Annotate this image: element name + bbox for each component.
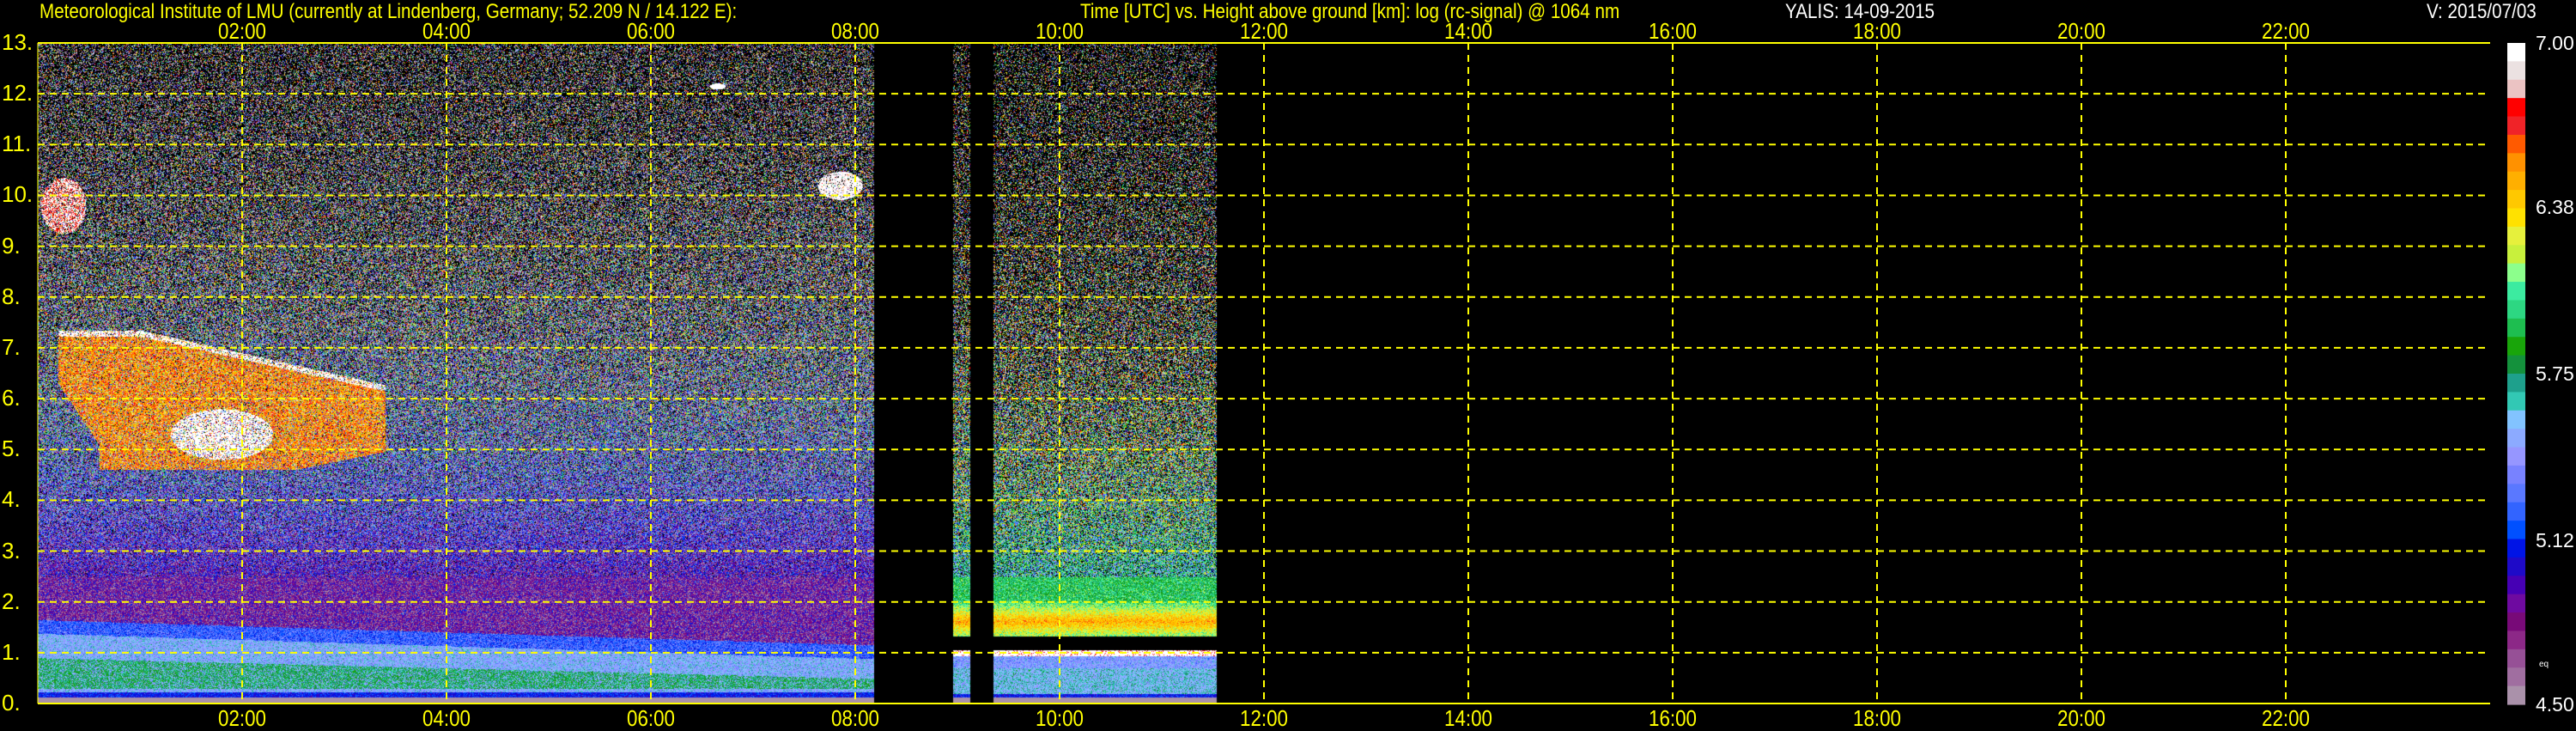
y-tick-label: 4.	[2, 488, 21, 510]
colorbar-swatch	[2507, 557, 2525, 576]
colorbar-swatch	[2507, 411, 2525, 429]
x-tick-label-top: 02:00	[218, 19, 266, 43]
y-tick-label: 12.	[2, 82, 33, 104]
x-tick-label-bottom: 06:00	[627, 706, 675, 730]
colorbar-swatch	[2507, 282, 2525, 301]
colorbar-swatch	[2507, 392, 2525, 411]
x-tick-label-bottom: 12:00	[1240, 706, 1288, 730]
x-tick-label-top: 04:00	[422, 19, 471, 43]
y-tick-label: 7.	[2, 336, 21, 358]
x-tick-label-bottom: 10:00	[1036, 706, 1084, 730]
colorbar-swatch	[2507, 98, 2525, 117]
colorbar-swatch	[2507, 227, 2525, 246]
colorbar-tick-label: 4.50	[2536, 694, 2574, 715]
colorbar-swatch	[2507, 612, 2525, 631]
colorbar-swatch	[2507, 209, 2525, 228]
x-tick-label-bottom: 20:00	[2057, 706, 2105, 730]
colorbar-swatch	[2507, 190, 2525, 209]
y-tick-label: 13.	[2, 31, 33, 53]
y-tick-label: 11.	[2, 132, 31, 155]
colorbar-swatch	[2507, 448, 2525, 466]
y-tick-label: 0.	[2, 691, 21, 714]
colorbar-swatch	[2507, 630, 2525, 649]
y-tick-label: 10.	[2, 183, 33, 205]
plot-overlay	[0, 0, 2576, 730]
colorbar-swatch	[2507, 649, 2525, 668]
colorbar-swatch	[2507, 466, 2525, 484]
y-tick-label: 3.	[2, 539, 21, 562]
colorbar-swatch	[2507, 153, 2525, 172]
colorbar-swatch	[2507, 172, 2525, 191]
x-tick-label-bottom: 22:00	[2262, 706, 2310, 730]
colorbar-swatch	[2507, 337, 2525, 356]
x-tick-label-top: 14:00	[1444, 19, 1492, 43]
colorbar-tick-label: 5.75	[2536, 363, 2574, 384]
colorbar-swatch	[2507, 374, 2525, 393]
colorbar-swatch	[2507, 503, 2525, 521]
y-tick-label: 2.	[2, 590, 21, 612]
colorbar-swatch	[2507, 356, 2525, 375]
x-tick-label-bottom: 18:00	[1853, 706, 1901, 730]
colorbar-swatch	[2507, 667, 2525, 686]
x-tick-label-top: 16:00	[1649, 19, 1697, 43]
colorbar-swatch	[2507, 245, 2525, 264]
x-tick-label-top: 20:00	[2057, 19, 2105, 43]
colorbar-swatch	[2507, 429, 2525, 448]
colorbar-swatch	[2507, 117, 2525, 136]
x-tick-label-top: 06:00	[627, 19, 675, 43]
colorbar-swatch	[2507, 43, 2525, 62]
x-tick-label-bottom: 08:00	[831, 706, 879, 730]
colorbar-swatch	[2507, 61, 2525, 80]
colorbar-swatch	[2507, 80, 2525, 99]
y-tick-label: 1.	[2, 641, 21, 663]
x-tick-label-top: 10:00	[1036, 19, 1084, 43]
colorbar-eq-label: eq	[2539, 660, 2549, 669]
y-tick-label: 5.	[2, 437, 21, 460]
colorbar-swatch	[2507, 484, 2525, 503]
colorbar-swatch	[2507, 264, 2525, 283]
x-tick-label-bottom: 04:00	[422, 706, 471, 730]
colorbar-swatch	[2507, 539, 2525, 558]
x-tick-label-top: 18:00	[1853, 19, 1901, 43]
colorbar-tick-label: 7.00	[2536, 33, 2574, 53]
colorbar-swatch	[2507, 576, 2525, 594]
x-tick-label-bottom: 14:00	[1444, 706, 1492, 730]
colorbar-swatch	[2507, 300, 2525, 319]
colorbar-swatch	[2507, 135, 2525, 154]
colorbar-swatch	[2507, 521, 2525, 539]
colorbar-swatch	[2507, 594, 2525, 613]
y-tick-label: 9.	[2, 235, 21, 257]
colorbar-tick-label: 5.12	[2536, 530, 2574, 551]
x-tick-label-top: 08:00	[831, 19, 879, 43]
colorbar-tick-label: 6.38	[2536, 197, 2574, 217]
x-tick-label-bottom: 16:00	[1649, 706, 1697, 730]
x-tick-label-bottom: 02:00	[218, 706, 266, 730]
colorbar-swatch	[2507, 319, 2525, 338]
y-tick-label: 8.	[2, 285, 21, 308]
colorbar-swatch	[2507, 686, 2525, 705]
x-tick-label-top: 12:00	[1240, 19, 1288, 43]
x-tick-label-top: 22:00	[2262, 19, 2310, 43]
y-tick-label: 6.	[2, 387, 21, 409]
